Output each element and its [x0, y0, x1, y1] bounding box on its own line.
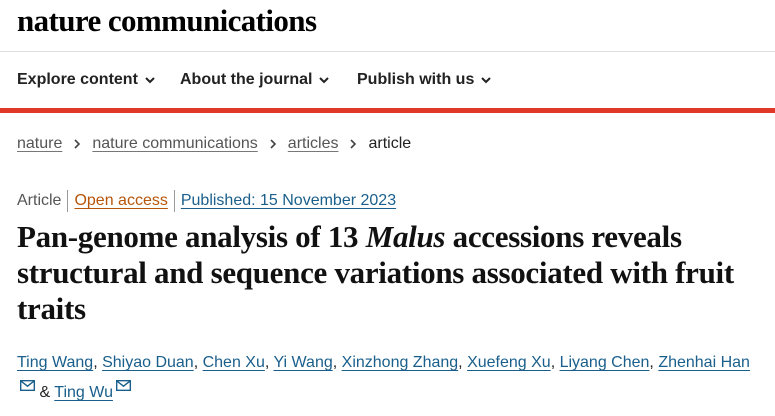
article-title: Pan-genome analysis of 13 Malus accessio… [17, 219, 757, 327]
author-link[interactable]: Ting Wu [54, 384, 113, 401]
mail-icon[interactable] [20, 380, 35, 391]
chevron-down-icon [319, 77, 330, 84]
author-list: Ting Wang, Shiyao Duan, Chen Xu, Yi Wang… [17, 354, 750, 401]
author-link[interactable]: Xuefeng Xu [467, 354, 551, 371]
nav-item-label: Explore content [17, 71, 138, 88]
chevron-down-icon [481, 77, 492, 84]
site-logo[interactable]: nature communications [17, 3, 317, 39]
author-conjunction: & [35, 384, 55, 401]
nav-item-label: About the journal [180, 71, 313, 88]
masthead: nature communications [0, 0, 775, 52]
breadcrumb-item-articles[interactable]: articles [288, 135, 339, 153]
author-link[interactable]: Chen Xu [203, 354, 265, 371]
article-type: Article [17, 192, 62, 209]
nav-explore-content[interactable]: Explore content [17, 71, 156, 89]
author-link[interactable]: Liyang Chen [560, 354, 650, 371]
nav-about-journal[interactable]: About the journal [180, 71, 330, 89]
author-link[interactable]: Xinzhong Zhang [342, 354, 459, 371]
author-link[interactable]: Shiyao Duan [102, 354, 194, 371]
article-meta: Article Open access Published: 15 Novemb… [17, 190, 396, 212]
meta-divider [173, 190, 175, 212]
breadcrumb: nature nature communications articles ar… [17, 135, 411, 153]
mail-icon[interactable] [115, 380, 131, 391]
chevron-right-icon [270, 139, 276, 149]
chevron-right-icon [74, 139, 81, 149]
chevron-down-icon [145, 77, 155, 84]
breadcrumb-item-nature[interactable]: nature [17, 135, 62, 153]
author-link[interactable]: Zhenhai Han [658, 354, 750, 371]
breadcrumb-item-nature-communications[interactable]: nature communications [92, 135, 257, 153]
title-italic-genus: Malus [365, 219, 446, 254]
nav-publish-with-us[interactable]: Publish with us [357, 71, 492, 89]
open-access-link[interactable]: Open access [74, 192, 167, 210]
chevron-right-icon [350, 139, 357, 149]
nav-item-label: Publish with us [357, 71, 475, 88]
author-link[interactable]: Yi Wang [273, 354, 332, 371]
breadcrumb-item-current: article [368, 135, 412, 152]
author-link[interactable]: Ting Wang [17, 354, 93, 371]
main-nav: Explore content About the journal Publis… [0, 52, 775, 113]
title-text: Pan-genome analysis of 13 [17, 219, 366, 254]
meta-divider [67, 190, 69, 212]
published-date-link[interactable]: Published: 15 November 2023 [181, 192, 396, 210]
